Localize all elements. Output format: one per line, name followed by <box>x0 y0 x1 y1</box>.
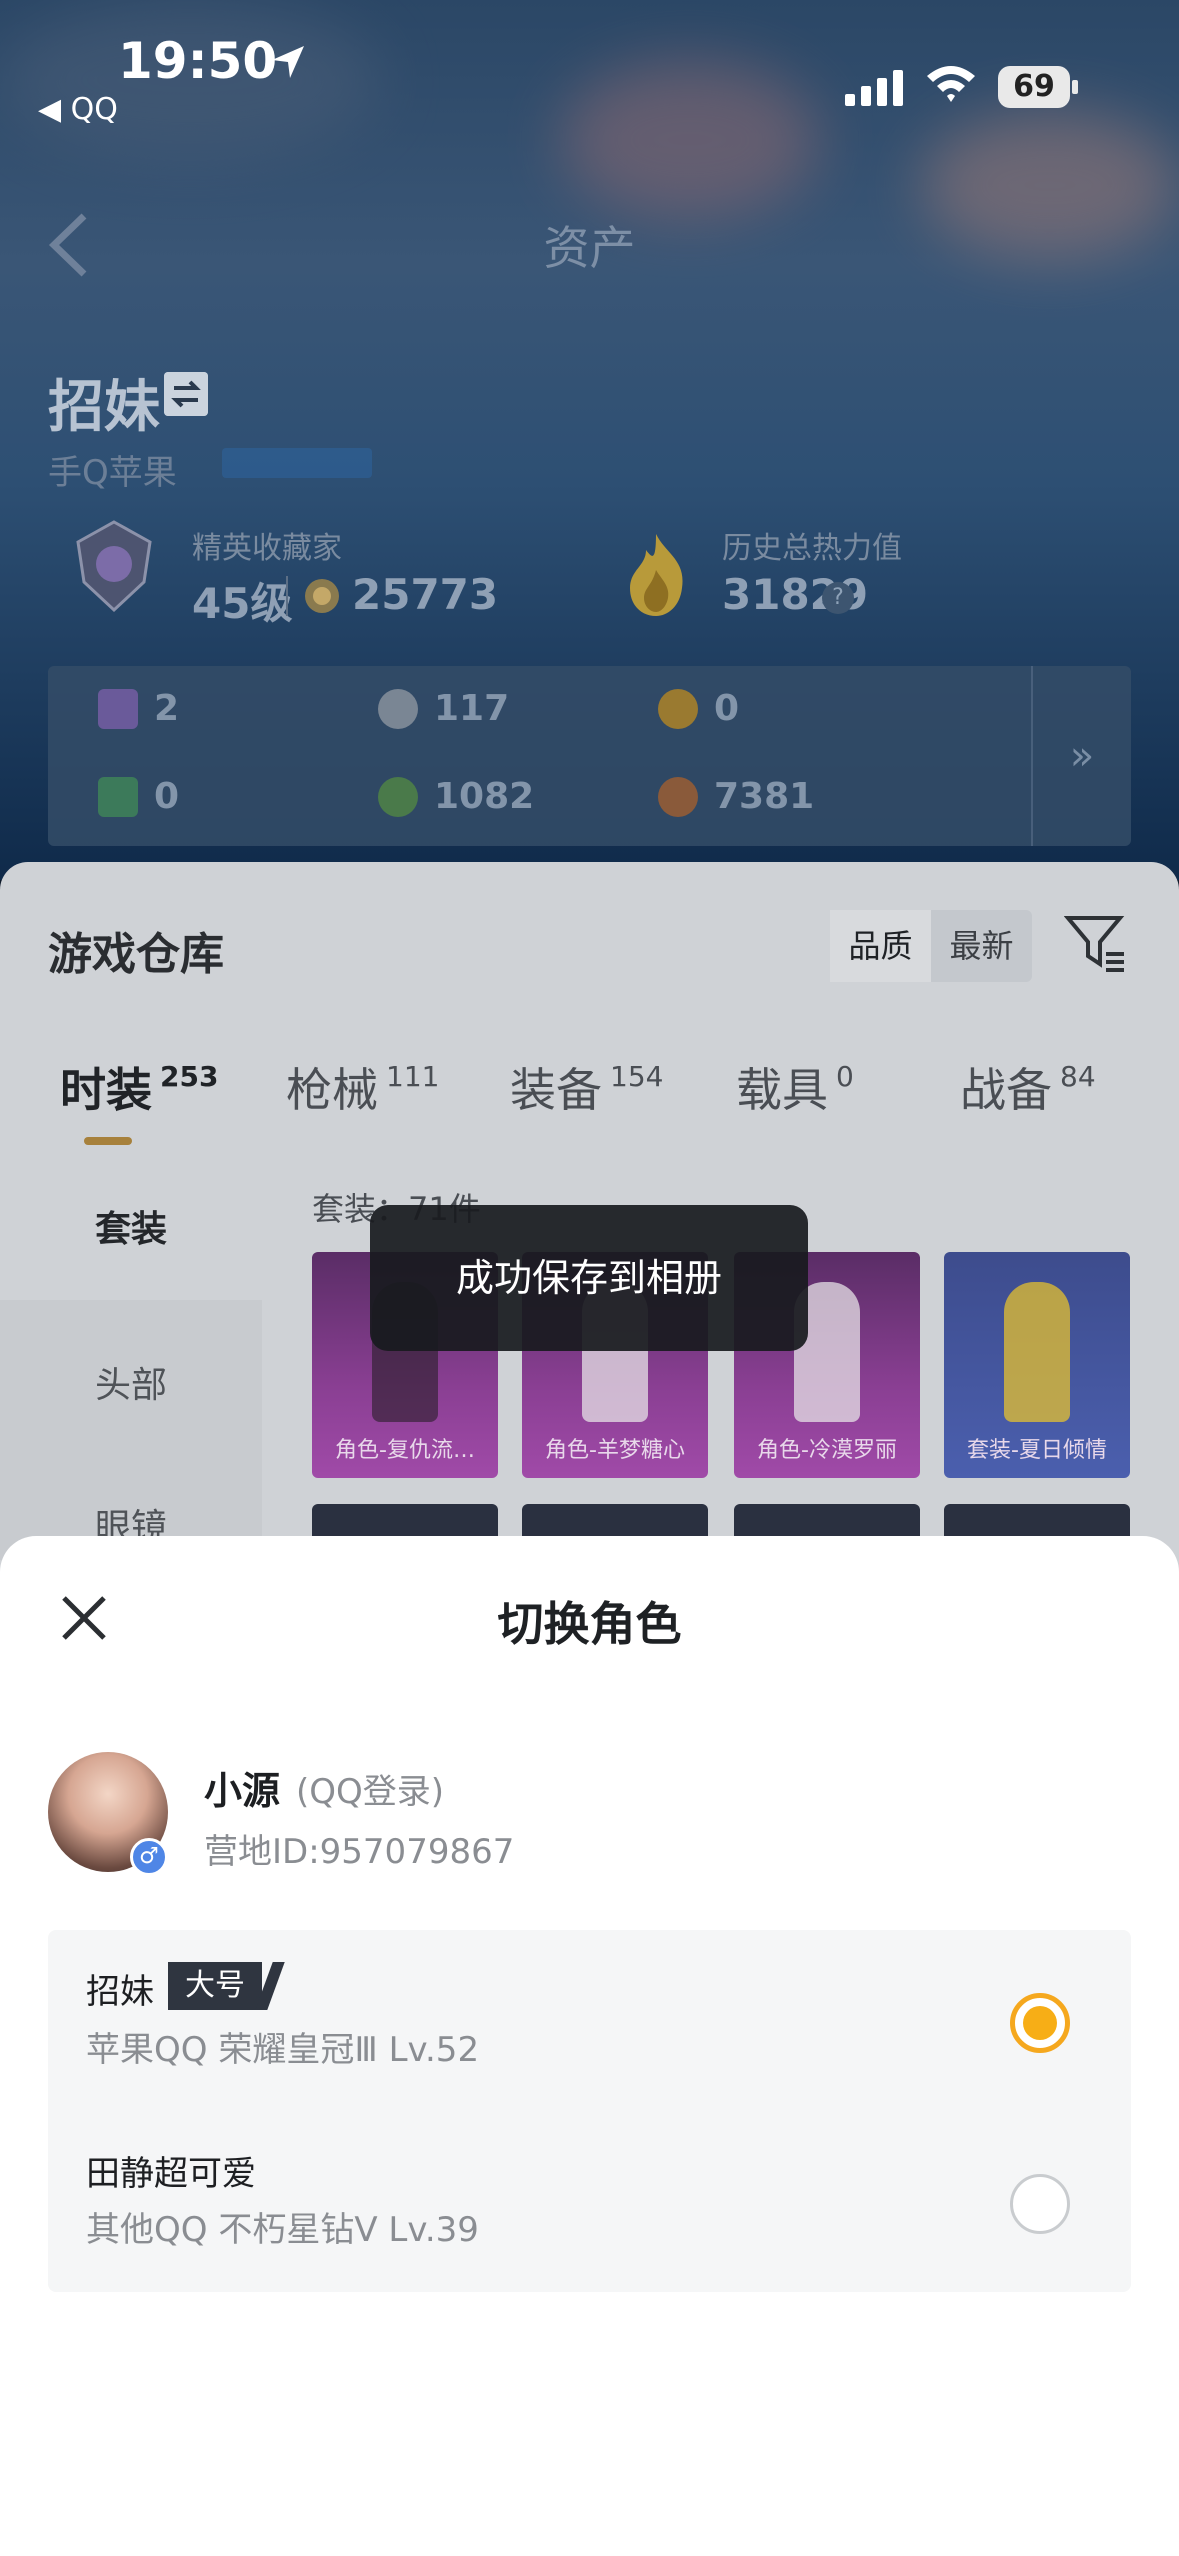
battery-indicator: 69 <box>998 66 1078 108</box>
tab-fashion[interactable]: 时装 253 <box>60 1054 218 1120</box>
badge-label: 大号 <box>168 1962 262 2010</box>
tab-count: 111 <box>386 1060 440 1093</box>
role-radio-selected[interactable] <box>1010 1993 1070 2053</box>
fire-icon <box>630 534 683 616</box>
tab-count: 0 <box>836 1060 854 1093</box>
currency-icon <box>378 776 418 817</box>
sort-latest-tab[interactable]: 最新 <box>931 910 1032 982</box>
wifi-icon <box>927 66 975 102</box>
currency-value: 0 <box>154 776 180 817</box>
currency-value: 7381 <box>714 776 815 817</box>
currency-item: 1082 <box>378 776 534 817</box>
item-label: 套装-夏日倾情 <box>967 1438 1107 1463</box>
battery-tip <box>1072 80 1078 94</box>
player-name: 招妹 <box>48 375 160 440</box>
status-time: 19:50 <box>118 32 278 90</box>
page-title: 资产 <box>543 221 636 275</box>
tab-label: 装备 <box>510 1063 602 1117</box>
currency-item: 2 <box>98 688 179 729</box>
sort-quality-tab[interactable]: 品质 <box>830 910 931 982</box>
role-name[interactable]: 田静超可爱 <box>86 2146 256 2195</box>
currency-item: 7381 <box>658 776 814 817</box>
user-name: 小源 <box>204 1769 281 1813</box>
user-login-type: (QQ登录) <box>296 1772 445 1812</box>
gender-male-icon: ♂ <box>130 1838 168 1876</box>
role-info: 苹果QQ 荣耀皇冠Ⅲ Lv.52 <box>86 2030 480 2070</box>
switch-role-icon[interactable] <box>164 372 208 416</box>
tab-supplies[interactable]: 战备 84 <box>960 1054 1096 1120</box>
currency-more-button[interactable]: » <box>1031 666 1131 846</box>
currency-icon <box>378 688 418 729</box>
role-info: 其他QQ 不朽星钻Ⅴ Lv.39 <box>86 2210 479 2250</box>
role-radio-unselected[interactable] <box>1010 2174 1070 2234</box>
sidebar-item-head[interactable]: 头部 <box>0 1356 262 1408</box>
cellular-signal-icon <box>845 70 903 106</box>
active-tab-indicator <box>84 1137 132 1145</box>
user-camp-id: 营地ID:957079867 <box>204 1832 515 1872</box>
collector-coin-icon <box>305 579 339 613</box>
sidebar-item-suit[interactable]: 套装 <box>0 1160 262 1300</box>
main-account-badge: 大号 <box>168 1962 285 2010</box>
back-to-app-link[interactable]: ◀ QQ <box>38 92 118 127</box>
item-card[interactable]: 套装-夏日倾情 <box>944 1252 1130 1478</box>
currency-value: 2 <box>154 688 180 729</box>
filter-icon[interactable] <box>1064 912 1128 976</box>
currency-icon <box>98 776 138 817</box>
tab-equipment[interactable]: 装备 154 <box>510 1054 663 1120</box>
tab-label: 时装 <box>60 1063 152 1117</box>
status-bar: 19:50 ◀ QQ 69 <box>0 0 1179 130</box>
collector-badge-icon <box>76 520 152 613</box>
collector-level: 45级 <box>192 579 293 628</box>
currency-value: 117 <box>434 688 510 729</box>
tab-vehicles[interactable]: 载具 0 <box>736 1054 854 1120</box>
item-label: 角色-复仇流… <box>335 1438 475 1463</box>
collector-coin-value: 25773 <box>352 570 499 619</box>
role-name[interactable]: 招妹 <box>86 1964 154 2013</box>
tab-count: 154 <box>610 1060 664 1093</box>
stat-divider <box>286 576 288 616</box>
platform-link-placeholder[interactable] <box>222 448 372 478</box>
battery-level: 69 <box>998 66 1070 108</box>
tab-count: 253 <box>160 1060 219 1093</box>
warehouse-title: 游戏仓库 <box>48 929 224 980</box>
currency-icon <box>658 776 698 817</box>
currency-value: 1082 <box>434 776 535 817</box>
sort-toggle: 品质 最新 <box>830 910 1032 982</box>
toast-message: 成功保存到相册 <box>370 1205 808 1351</box>
collector-title: 精英收藏家 <box>192 531 342 566</box>
item-label: 角色-冷漠罗丽 <box>757 1438 897 1463</box>
tab-label: 战备 <box>960 1063 1052 1117</box>
category-tabs: 时装 253 枪械 111 装备 154 载具 0 战备 84 <box>0 1054 1179 1134</box>
item-label: 角色-羊梦糖心 <box>545 1438 685 1463</box>
currency-item: 117 <box>378 688 509 729</box>
currency-item: 0 <box>658 688 739 729</box>
help-icon[interactable]: ? <box>822 582 854 614</box>
item-figure <box>1004 1282 1070 1422</box>
tab-label: 枪械 <box>286 1063 378 1117</box>
currency-value: 0 <box>714 688 740 729</box>
tab-weapons[interactable]: 枪械 111 <box>286 1054 439 1120</box>
currency-panel: 2 117 0 0 1082 7381 » <box>48 666 1131 846</box>
sheet-title: 切换角色 <box>497 1597 682 1651</box>
currency-icon <box>658 688 698 729</box>
subcategory-sidebar: 套装 头部 眼镜 <box>0 1160 262 1560</box>
heat-label: 历史总热力值 <box>722 531 902 566</box>
tab-label: 载具 <box>736 1063 828 1117</box>
location-arrow-icon <box>272 46 304 78</box>
currency-item: 0 <box>98 776 179 817</box>
platform-label: 手Q苹果 <box>48 453 177 493</box>
tab-count: 84 <box>1060 1060 1096 1093</box>
currency-icon <box>98 688 138 729</box>
